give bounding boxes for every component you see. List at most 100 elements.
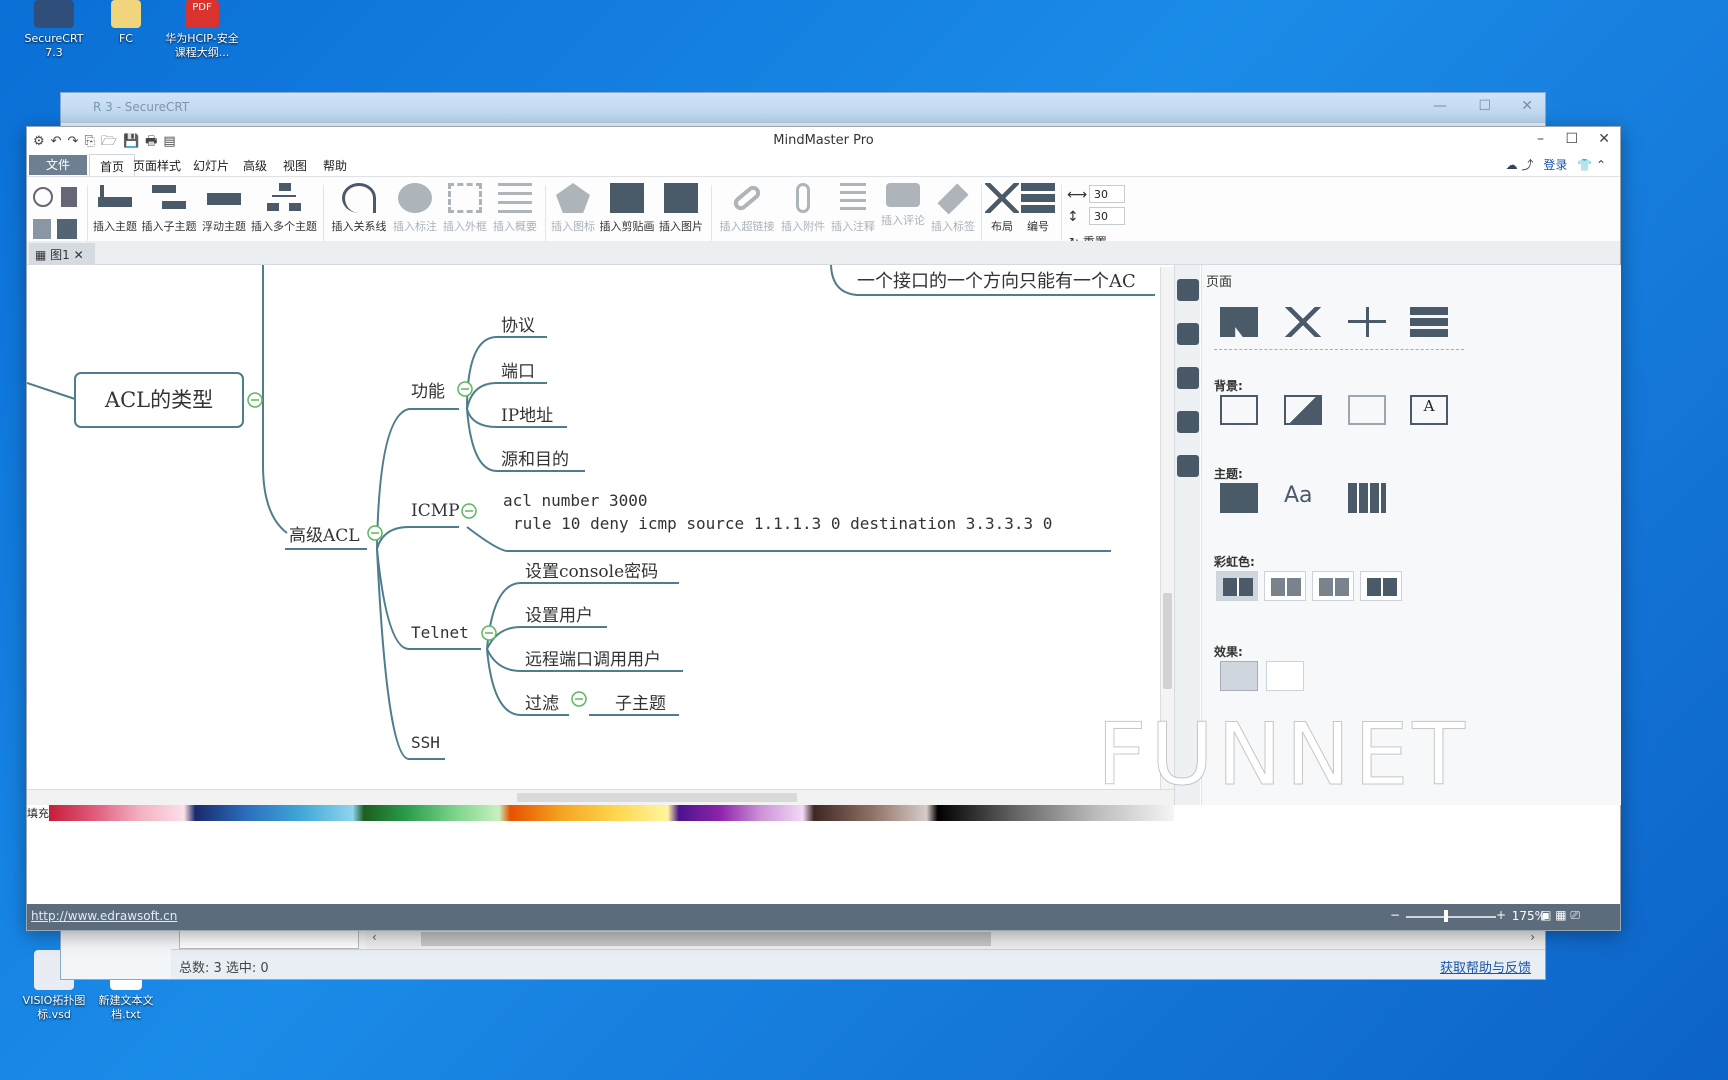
menu-slides[interactable]: 幻灯片: [193, 157, 229, 174]
shirt-icon[interactable]: 👕: [1577, 158, 1592, 172]
layout-tree-icon[interactable]: [1284, 307, 1322, 337]
desktop-icon-fc[interactable]: FC: [86, 0, 166, 46]
vertical-spacing-input[interactable]: 30: [1089, 207, 1125, 225]
bg-color-icon[interactable]: [1220, 395, 1258, 425]
maximize-icon[interactable]: ☐: [1478, 98, 1491, 114]
layout-button[interactable]: 布局: [985, 183, 1019, 234]
maximize-icon[interactable]: ☐: [1565, 131, 1578, 147]
set-user-label[interactable]: 设置用户: [525, 601, 593, 626]
vscroll-thumb[interactable]: [1163, 593, 1172, 689]
insert-subtopic-button[interactable]: 插入子主题: [141, 183, 197, 234]
telnet-label[interactable]: Telnet: [411, 623, 469, 642]
theme-layout-icon[interactable]: [1220, 483, 1258, 513]
menu-advanced[interactable]: 高级: [243, 157, 267, 174]
website-link[interactable]: http://www.edrawsoft.cn: [31, 909, 177, 923]
function-label[interactable]: 功能: [411, 377, 445, 402]
horizontal-spacing-input[interactable]: 30: [1089, 185, 1125, 203]
help-feedback-link[interactable]: 获取帮助与反馈: [1440, 957, 1531, 976]
scroll-left-icon[interactable]: ‹: [372, 930, 377, 944]
icmp-config-line1[interactable]: acl number 3000: [503, 491, 648, 510]
menu-home[interactable]: 首页: [89, 154, 136, 176]
effect-handdrawn-icon[interactable]: [1266, 661, 1304, 691]
insert-summary-button[interactable]: 插入概要: [491, 183, 539, 234]
bg-text-icon[interactable]: A: [1410, 395, 1448, 425]
menu-view[interactable]: 视图: [283, 157, 307, 174]
layout-org-icon[interactable]: [1348, 307, 1386, 337]
hscroll-thumb[interactable]: [517, 793, 797, 802]
rainbow-option-1[interactable]: [1216, 571, 1258, 601]
zoom-out-icon[interactable]: −: [1390, 908, 1400, 922]
protocol-label[interactable]: 协议: [501, 311, 535, 336]
insert-multiple-topics-button[interactable]: 插入多个主题: [251, 183, 317, 234]
format-painter-icon[interactable]: [61, 187, 77, 212]
clipart-panel-icon[interactable]: [1177, 411, 1199, 433]
scroll-thumb[interactable]: [421, 932, 991, 946]
port-label[interactable]: 端口: [501, 357, 535, 382]
insert-attachment-button[interactable]: 插入附件: [779, 183, 827, 234]
effect-flat-icon[interactable]: [1220, 661, 1258, 691]
share-icon[interactable]: ⤴: [1521, 158, 1533, 172]
insert-topic-button[interactable]: 插入主题: [89, 183, 141, 234]
note-text[interactable]: 一个接口的一个方向只能有一个AC: [857, 267, 1136, 293]
numbering-button[interactable]: 编号: [1021, 183, 1055, 234]
menu-file[interactable]: 文件: [29, 155, 87, 175]
bg-image-icon[interactable]: [1284, 395, 1322, 425]
src-dst-label[interactable]: 源和目的: [501, 445, 569, 470]
insert-relationship-button[interactable]: 插入关系线: [331, 183, 387, 234]
filter-label[interactable]: 过滤: [525, 689, 559, 714]
insert-note-button[interactable]: 插入注释: [829, 183, 877, 234]
desktop-icon-pdf[interactable]: PDF 华为HCIP-安全课程大纲...: [160, 0, 244, 60]
insert-clipart-button[interactable]: 插入剪贴画: [599, 183, 655, 234]
rainbow-option-2[interactable]: [1264, 571, 1306, 601]
layout-list-icon[interactable]: [1410, 307, 1448, 337]
theme-font-icon[interactable]: Aa: [1284, 483, 1322, 513]
insert-hyperlink-button[interactable]: 插入超链接: [719, 182, 775, 234]
outline-icon[interactable]: [1177, 323, 1199, 345]
zoom-in-icon[interactable]: +: [1496, 908, 1506, 922]
rainbow-option-3[interactable]: [1312, 571, 1354, 601]
task-icon[interactable]: [1177, 455, 1199, 477]
bg-watermark-icon[interactable]: [1348, 395, 1386, 425]
icmp-config-line2[interactable]: rule 10 deny icmp source 1.1.1.3 0 desti…: [513, 514, 1052, 533]
tab-diagram[interactable]: ▦ 图1 ✕: [29, 243, 95, 265]
login-link[interactable]: 登录: [1543, 158, 1567, 172]
fit-page-icon[interactable]: ▣ ▦ ⎚: [1540, 908, 1580, 923]
rainbow-label: 彩虹色:: [1214, 555, 1255, 569]
rainbow-option-4[interactable]: [1360, 571, 1402, 601]
minimize-icon[interactable]: —: [1433, 98, 1447, 114]
mindmap-canvas[interactable]: 一个接口的一个方向只能有一个AC ACL的类型 高级ACL 功能 协议 端口 I…: [27, 265, 1157, 785]
insert-boundary-button[interactable]: 插入外框: [441, 183, 489, 234]
collapse-ribbon-icon[interactable]: ⌃: [1596, 158, 1606, 172]
insert-comment-button[interactable]: 插入评论: [879, 183, 927, 228]
cloud-icon[interactable]: ☁: [1506, 158, 1518, 172]
menu-help[interactable]: 帮助: [323, 157, 347, 174]
subtopic-label[interactable]: 子主题: [615, 689, 666, 714]
advanced-acl-label[interactable]: 高级ACL: [289, 521, 360, 546]
close-icon[interactable]: ✕: [1521, 98, 1533, 114]
scroll-right-icon[interactable]: ›: [1530, 930, 1535, 944]
console-password-label[interactable]: 设置console密码: [525, 557, 658, 582]
root-node-label[interactable]: ACL的类型: [75, 384, 243, 414]
icon-library-icon[interactable]: [1177, 367, 1199, 389]
close-icon[interactable]: ✕: [1598, 131, 1610, 147]
floating-topic-button[interactable]: 浮动主题: [199, 183, 249, 234]
fill-color-palette[interactable]: 填充: [27, 805, 1174, 821]
minimize-icon[interactable]: –: [1537, 131, 1544, 147]
icmp-label[interactable]: ICMP: [411, 501, 460, 521]
menu-page-style[interactable]: 页面样式: [133, 157, 181, 174]
desktop-icon-securecrt[interactable]: SecureCRT 7.3: [14, 0, 94, 60]
insert-image-button[interactable]: 插入图片: [657, 183, 705, 234]
insert-tag-button[interactable]: 插入标签: [929, 183, 977, 234]
insert-icon-icon: [556, 183, 590, 213]
insert-icon-button[interactable]: 插入图标: [549, 183, 597, 234]
remote-port-label[interactable]: 远程端口调用用户: [525, 645, 661, 670]
ssh-label[interactable]: SSH: [411, 733, 440, 752]
cut-icon[interactable]: [33, 187, 53, 212]
page-style-icon[interactable]: [1177, 279, 1199, 301]
theme-color-icon[interactable]: [1348, 483, 1386, 513]
canvas-hscroll[interactable]: [27, 789, 1174, 805]
layout-map-icon[interactable]: [1220, 307, 1258, 337]
insert-callout-button[interactable]: 插入标注: [391, 183, 439, 234]
ip-label[interactable]: IP地址: [501, 401, 553, 426]
zoom-slider[interactable]: [1406, 910, 1496, 922]
